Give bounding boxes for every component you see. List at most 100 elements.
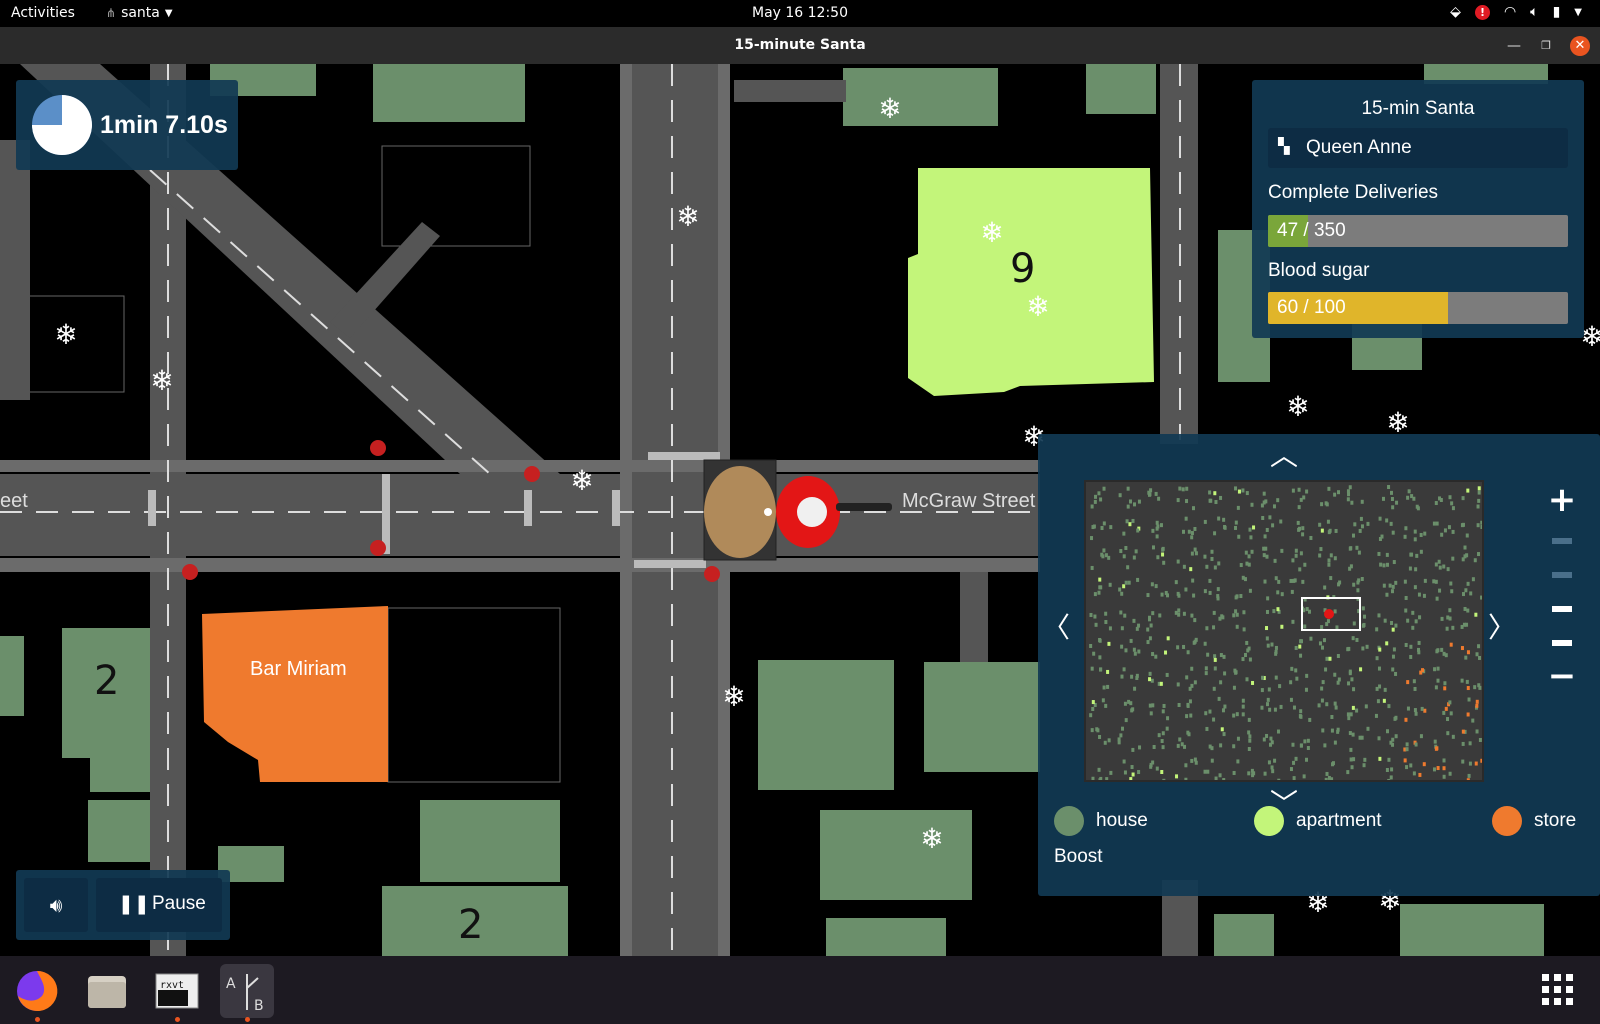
- firefox-icon: [17, 970, 58, 1011]
- minimap-building: [1390, 620, 1394, 625]
- minimap-building: [1205, 626, 1209, 631]
- deliveries-value: 47 / 350: [1277, 220, 1346, 241]
- volume-icon[interactable]: 🔈︎: [1530, 4, 1538, 20]
- firefox-launcher[interactable]: [10, 964, 64, 1022]
- minimap-building: [1094, 622, 1098, 627]
- minimap-building: [1220, 614, 1224, 619]
- minimap-building: [1267, 760, 1271, 765]
- minimap-building: [1413, 529, 1417, 534]
- minimap-building: [1405, 742, 1409, 747]
- minimap[interactable]: [1084, 480, 1484, 782]
- zoom-level-tick[interactable]: [1552, 640, 1572, 646]
- minimap-building: [1320, 528, 1324, 533]
- minimap-building: [1327, 558, 1331, 563]
- minimap-building: [1473, 558, 1477, 563]
- svg-text:rxvt: rxvt: [160, 980, 184, 991]
- minimap-building: [1346, 712, 1350, 717]
- minimap-building: [1154, 654, 1158, 659]
- minimap-building: [1392, 560, 1396, 565]
- minimap-building: [1176, 743, 1180, 748]
- minimap-building: [1241, 488, 1245, 493]
- house-building[interactable]: 2: [458, 902, 483, 948]
- zoom-out-button[interactable]: −: [1542, 656, 1582, 696]
- minimap-building: [1394, 715, 1398, 720]
- pan-right-button[interactable]: 〉: [1482, 606, 1522, 646]
- minimap-building: [1443, 686, 1447, 691]
- minimap-building: [1419, 549, 1423, 554]
- minimap-building: [1213, 491, 1217, 496]
- zoom-level-tick[interactable]: [1552, 572, 1572, 578]
- minimap-building: [1309, 535, 1313, 540]
- minimap-building: [1089, 713, 1093, 718]
- blood-sugar-value: 60 / 100: [1277, 297, 1346, 318]
- region-selector[interactable]: ▚ Queen Anne: [1268, 128, 1568, 168]
- minimap-building: [1214, 776, 1218, 780]
- minimap-building: [1471, 577, 1475, 582]
- minimap-building: [1248, 527, 1252, 532]
- svg-text:❄: ❄: [676, 200, 699, 233]
- minimap-building: [1236, 505, 1240, 510]
- minimap-building: [1423, 578, 1427, 583]
- sound-toggle-button[interactable]: 🔊︎: [24, 878, 88, 932]
- minimap-building: [1385, 518, 1389, 523]
- wifi-icon[interactable]: ◠: [1504, 4, 1516, 20]
- minimap-building: [1129, 777, 1133, 780]
- minimap-building: [1386, 562, 1390, 567]
- minimap-building: [1319, 547, 1323, 552]
- terminal-launcher[interactable]: rxvt: [150, 964, 204, 1022]
- minimize-button[interactable]: —: [1504, 36, 1524, 56]
- minimap-building: [1218, 773, 1222, 778]
- minimap-building: [1124, 648, 1128, 653]
- store-building-label[interactable]: Bar Miriam: [250, 658, 347, 681]
- minimap-building: [1265, 636, 1269, 641]
- house-building[interactable]: 2: [94, 658, 119, 704]
- minimap-building: [1409, 654, 1413, 659]
- abstreet-launcher[interactable]: A B: [220, 964, 274, 1022]
- minimap-building: [1303, 562, 1307, 567]
- minimap-building: [1108, 582, 1112, 587]
- minimap-building: [1128, 522, 1132, 527]
- minimap-building: [1272, 609, 1276, 614]
- minimap-building: [1219, 680, 1223, 685]
- minimap-building: [1391, 627, 1395, 632]
- minimap-building: [1126, 565, 1130, 570]
- minimap-building: [1103, 740, 1107, 745]
- minimap-building: [1122, 554, 1126, 559]
- minimap-building: [1185, 499, 1189, 504]
- minimap-building: [1190, 531, 1194, 536]
- minimap-building: [1223, 671, 1227, 676]
- system-tray[interactable]: ⬙ ! ◠ 🔈︎ ▮ ▼: [1450, 4, 1582, 20]
- minimap-building: [1270, 642, 1274, 647]
- close-button[interactable]: ✕: [1570, 36, 1590, 56]
- chevron-down-icon[interactable]: ▼: [1574, 7, 1582, 18]
- zoom-level-tick[interactable]: [1552, 606, 1572, 612]
- pan-up-button[interactable]: ︿: [1264, 434, 1304, 474]
- zoom-in-button[interactable]: +: [1542, 480, 1582, 520]
- minimap-building: [1213, 666, 1217, 671]
- minimap-building: [1194, 760, 1198, 765]
- minimap-building: [1248, 738, 1252, 743]
- minimap-building: [1208, 498, 1212, 503]
- pause-button[interactable]: ❚❚ Pause: [96, 878, 222, 932]
- alert-icon[interactable]: !: [1474, 4, 1490, 20]
- pan-left-button[interactable]: 〈: [1036, 606, 1076, 646]
- clock[interactable]: May 16 12:50: [0, 5, 1600, 21]
- minimap-building: [1355, 637, 1359, 642]
- dropbox-icon[interactable]: ⬙: [1450, 4, 1461, 20]
- show-applications-button[interactable]: [1540, 972, 1576, 1008]
- minimap-building: [1268, 515, 1272, 520]
- minimap-building: [1437, 559, 1441, 564]
- minimap-building: [1245, 491, 1249, 496]
- minimap-building: [1353, 522, 1357, 527]
- maximize-button[interactable]: ❐: [1536, 36, 1556, 56]
- zoom-level-tick[interactable]: [1552, 538, 1572, 544]
- minimap-building: [1477, 683, 1481, 688]
- minimap-building: [1219, 653, 1223, 658]
- house-swatch: [1054, 806, 1084, 836]
- minimap-building: [1392, 647, 1396, 652]
- apartment-building[interactable]: 9: [1010, 246, 1035, 292]
- minimap-building: [1265, 626, 1269, 631]
- battery-icon[interactable]: ▮: [1553, 4, 1561, 20]
- minimap-building: [1469, 591, 1473, 596]
- files-launcher[interactable]: [80, 964, 134, 1018]
